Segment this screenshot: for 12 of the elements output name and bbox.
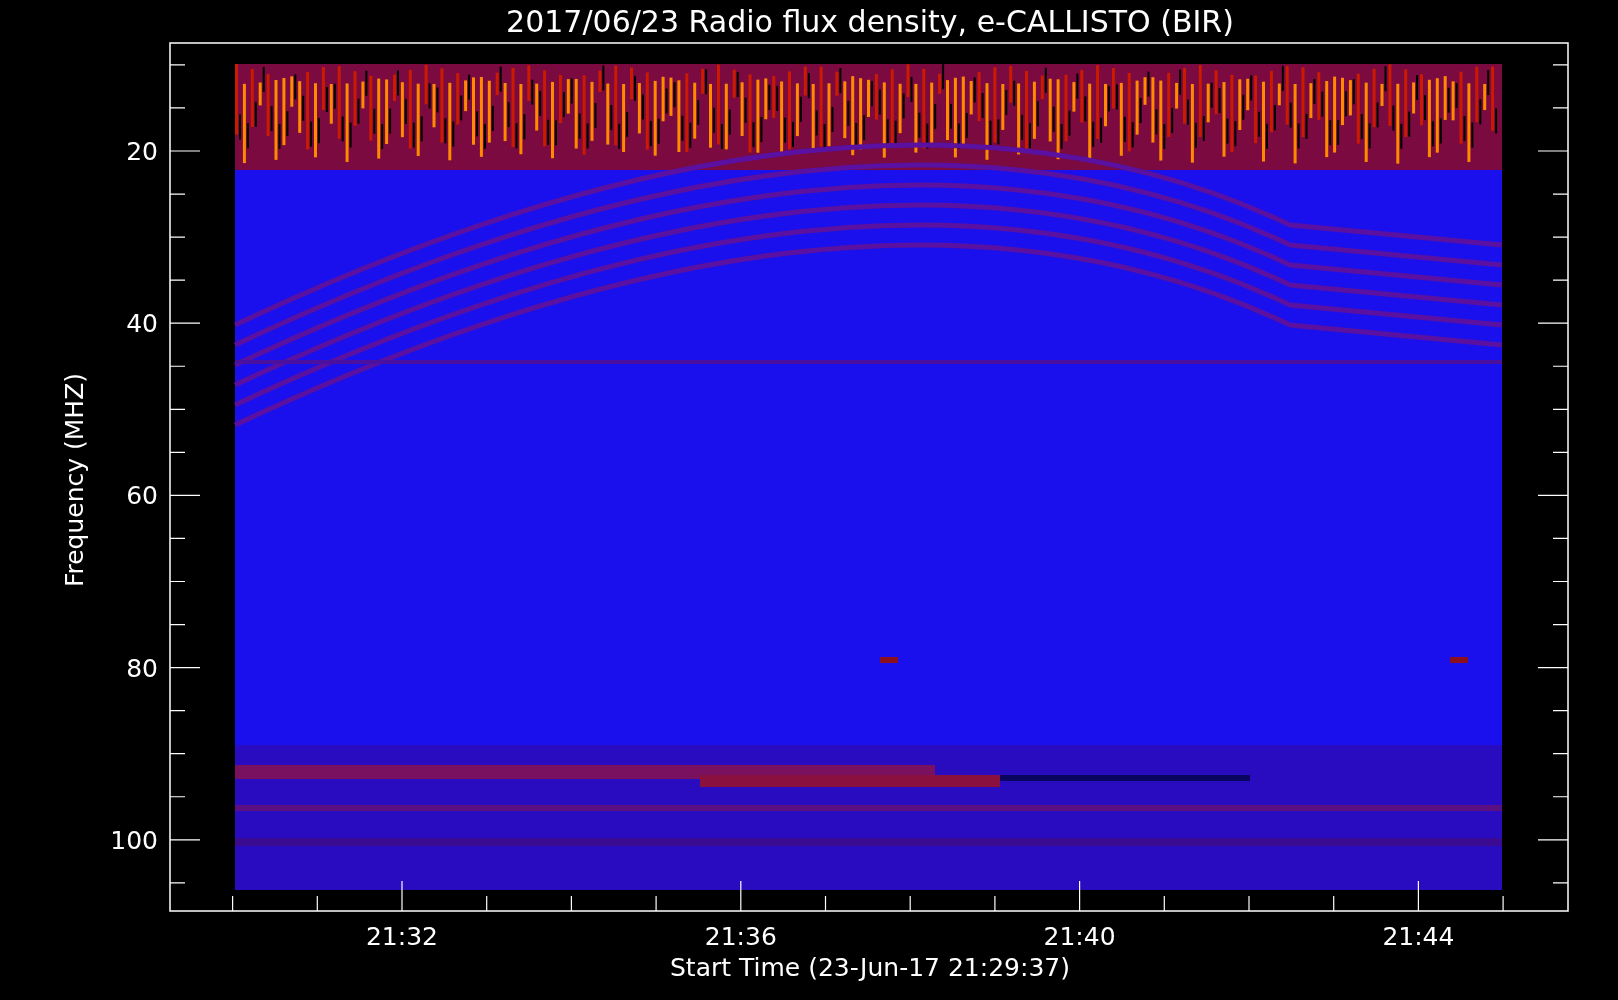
plot-title: 2017/06/23 Radio flux density, e-CALLISTO (BIR) xyxy=(506,4,1234,39)
y-axis-label: Frequency (MHZ) xyxy=(60,372,89,588)
x-tick-label: 21:36 xyxy=(704,922,777,951)
y-tick-label: 80 xyxy=(126,653,158,683)
y-tick-label: 60 xyxy=(126,481,158,511)
y-tick-label: 20 xyxy=(126,137,158,166)
x-tick-label: 21:32 xyxy=(366,922,438,951)
x-tick-label: 21:40 xyxy=(1043,922,1116,951)
y-tick-label: 40 xyxy=(126,309,158,339)
x-tick-label: 21:44 xyxy=(1382,922,1455,951)
x-axis-label: Start Time (23-Jun-17 21:29:37) xyxy=(670,953,1070,982)
y-tick-label: 100 xyxy=(110,825,158,855)
